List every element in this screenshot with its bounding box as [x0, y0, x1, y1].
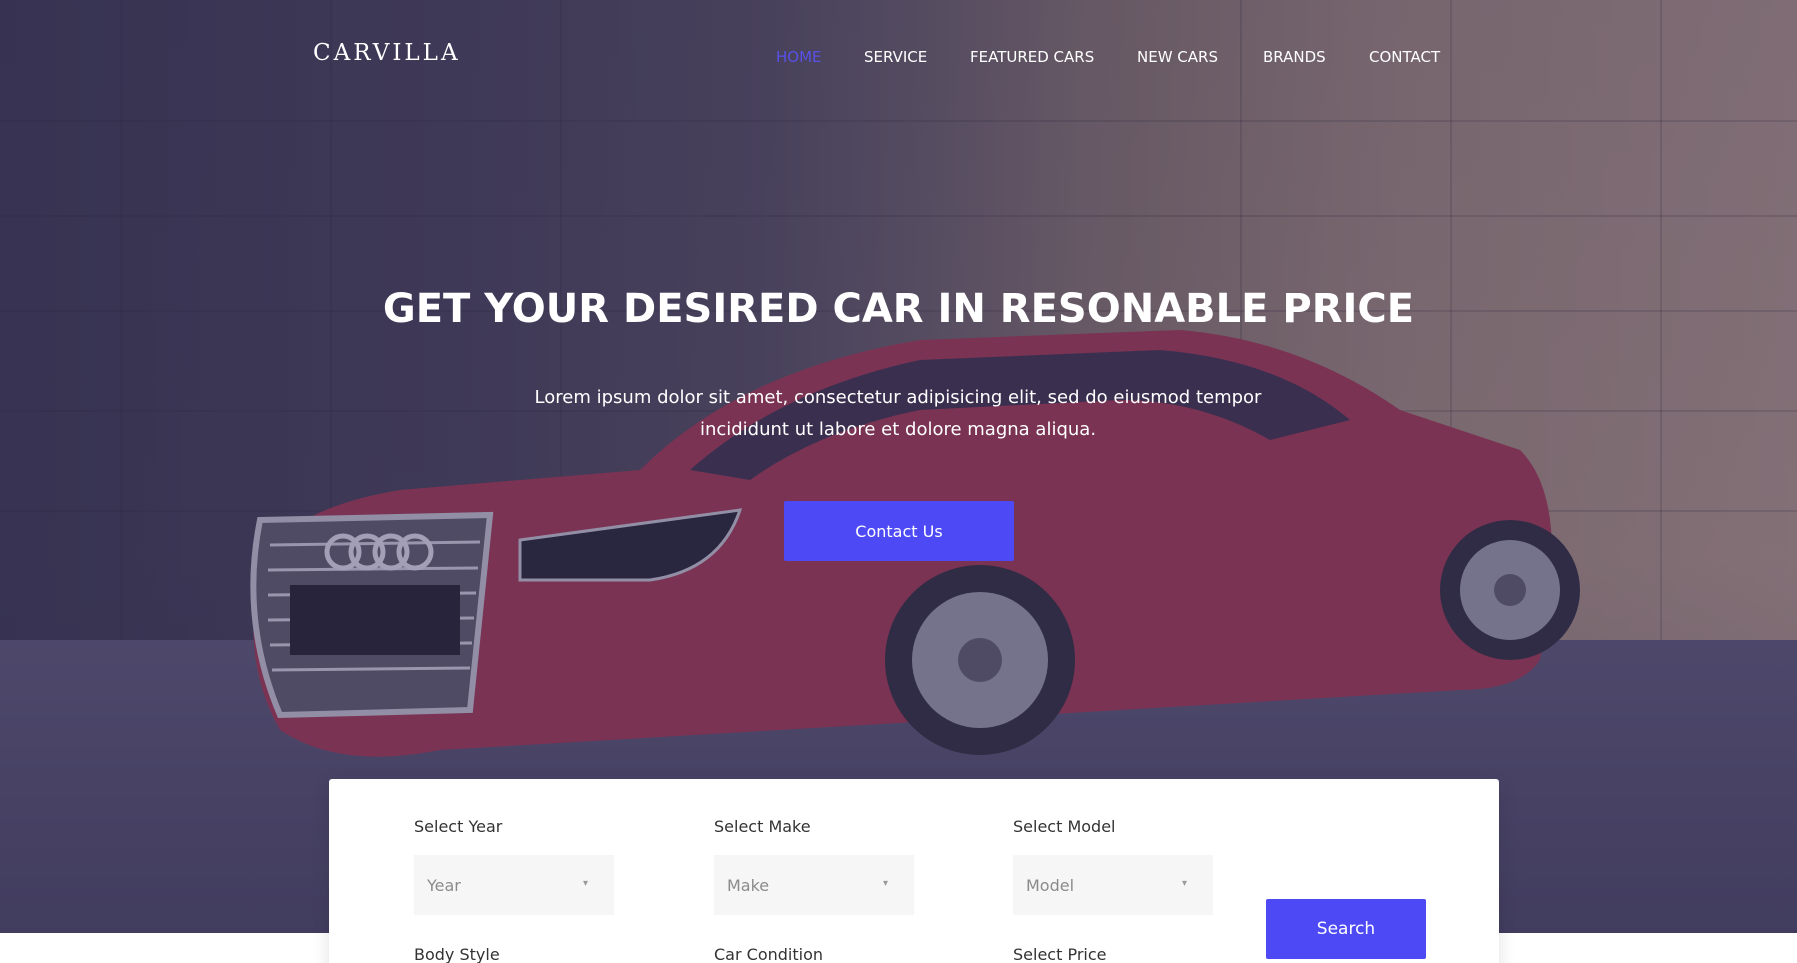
hero-headline: GET YOUR DESIRED CAR IN RESONABLE PRICE — [382, 286, 1415, 332]
main-nav: HOME SERVICE FEATURED CARS NEW CARS BRAN… — [0, 48, 1797, 72]
model-select-value: Model — [1026, 875, 1075, 895]
body-style-label: Body Style — [414, 945, 500, 963]
hero-subtext-line1: Lorem ipsum dolor sit amet, consectetur … — [534, 387, 1262, 408]
chevron-down-icon: ▾ — [1182, 878, 1188, 889]
nav-home[interactable]: HOME — [776, 48, 822, 66]
year-select[interactable]: Year ▾ — [414, 855, 614, 915]
nav-brands[interactable]: BRANDS — [1263, 48, 1326, 66]
nav-featured-cars[interactable]: FEATURED CARS — [970, 48, 1094, 66]
nav-new-cars[interactable]: NEW CARS — [1137, 48, 1218, 66]
model-select[interactable]: Model ▾ — [1013, 855, 1213, 915]
select-model-label: Select Model — [1013, 817, 1116, 836]
contact-us-button[interactable]: Contact Us — [784, 501, 1014, 561]
chevron-down-icon: ▾ — [583, 878, 589, 889]
nav-service[interactable]: SERVICE — [864, 48, 927, 66]
select-year-label: Select Year — [414, 817, 503, 836]
year-select-value: Year — [427, 875, 461, 895]
car-condition-label: Car Condition — [714, 945, 823, 963]
nav-contact[interactable]: CONTACT — [1369, 48, 1440, 66]
hero-subtext-line2: incididunt ut labore et dolore magna ali… — [699, 419, 1097, 440]
chevron-down-icon: ▾ — [883, 878, 889, 889]
search-button[interactable]: Search — [1266, 899, 1426, 959]
car-search-panel: Select Year Year ▾ Select Make Make ▾ Se… — [329, 779, 1499, 963]
hero-subtext: Lorem ipsum dolor sit amet, consectetur … — [498, 382, 1298, 446]
make-select[interactable]: Make ▾ — [714, 855, 914, 915]
select-make-label: Select Make — [714, 817, 811, 836]
make-select-value: Make — [727, 875, 770, 895]
select-price-label: Select Price — [1013, 945, 1107, 963]
